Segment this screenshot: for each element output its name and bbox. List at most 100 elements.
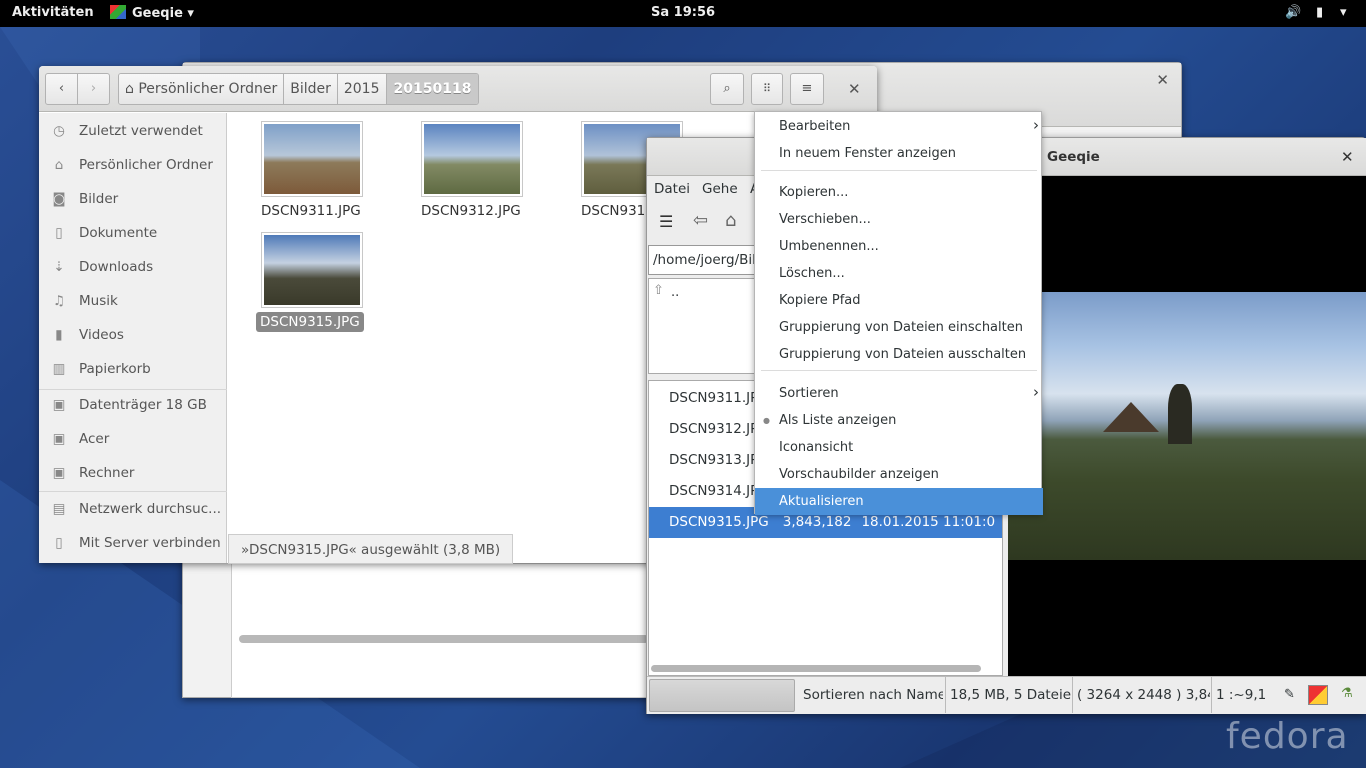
sidebar-item-label: Mit Server verbinden: [79, 535, 221, 551]
sidebar-item-label: Persönlicher Ordner: [79, 157, 213, 173]
camera-icon: ◙: [52, 191, 66, 207]
breadcrumb-2015[interactable]: 2015: [337, 74, 387, 104]
menu-item-kopiere-pfad[interactable]: Kopiere Pfad: [755, 287, 1043, 314]
sidebar-item-musik[interactable]: ♫ Musik: [39, 284, 227, 318]
window-title: Geeqie: [1047, 149, 1100, 165]
network-icon: ▤: [52, 501, 66, 517]
image-viewer: [1008, 176, 1366, 676]
sidebar-item-acer[interactable]: ▣ Acer: [39, 422, 227, 456]
menu-item-gruppierung-von-dateien-einschalten[interactable]: Gruppierung von Dateien einschalten: [755, 314, 1043, 341]
menu-item-in-neuem-fenster-anzeigen[interactable]: In neuem Fenster anzeigen: [755, 140, 1043, 167]
drive-icon: ▣: [52, 397, 66, 413]
back-arrow-icon[interactable]: ⇦: [693, 210, 708, 231]
sidebar-item-videos[interactable]: ▮ Videos: [39, 318, 227, 352]
activities-button[interactable]: Aktivitäten: [12, 5, 94, 20]
menu-item-label: Umbenennen...: [779, 239, 879, 254]
list-view-icon[interactable]: ☰: [659, 212, 673, 231]
tree: [1168, 384, 1192, 444]
breadcrumb-label: Persönlicher Ordner: [138, 81, 278, 97]
sidebar-item-netzwerk-durchsuc-[interactable]: ▤ Netzwerk durchsuc...: [39, 492, 227, 526]
chevron-down-icon[interactable]: ▾: [1340, 5, 1347, 20]
file-label-selected[interactable]: DSCN9315.JPG: [256, 312, 364, 332]
breadcrumb-home[interactable]: ⌂ Persönlicher Ordner: [119, 74, 285, 104]
sidebar-item-dokumente[interactable]: ▯ Dokumente: [39, 216, 227, 250]
menu-item-aktualisieren[interactable]: Aktualisieren: [755, 488, 1043, 515]
menu-item-iconansicht[interactable]: Iconansicht: [755, 434, 1043, 461]
sidebar-item-bilder[interactable]: ◙ Bilder: [39, 182, 227, 216]
horizontal-scrollbar[interactable]: [239, 635, 649, 643]
drive-icon: ▣: [52, 431, 66, 447]
menu-item-kopieren[interactable]: Kopieren...: [755, 179, 1043, 206]
top-bar: Aktivitäten Geeqie ▾ Sa 19:56 🔊 ▮ ▾: [0, 0, 1366, 27]
directory-pane: ⇧ ..: [648, 278, 757, 374]
menu-item-vorschaubilder-anzeigen[interactable]: Vorschaubilder anzeigen: [755, 461, 1043, 488]
back-button[interactable]: ‹: [45, 73, 78, 105]
parent-folder-icon: ⇧: [653, 283, 664, 298]
menu-separator: [761, 170, 1037, 171]
parent-dir-item[interactable]: ..: [671, 285, 679, 300]
menu-item-verschieben[interactable]: Verschieben...: [755, 206, 1043, 233]
sort-label[interactable]: Sortieren nach Name: [797, 677, 943, 713]
forward-arrow-icon: ›: [90, 81, 97, 96]
close-icon[interactable]: ✕: [848, 80, 861, 98]
sidebar-item-papierkorb[interactable]: ▥ Papierkorb: [39, 352, 227, 386]
sidebar-item-downloads[interactable]: ⇣ Downloads: [39, 250, 227, 284]
photo[interactable]: [1008, 292, 1366, 560]
volume-icon[interactable]: 🔊: [1285, 5, 1301, 20]
file-label[interactable]: DSCN9312.JPG: [421, 203, 521, 219]
sidebar-item-persönlicher-ordner[interactable]: ⌂ Persönlicher Ordner: [39, 148, 227, 182]
file-thumbnail[interactable]: [261, 121, 363, 197]
menu-item-löschen[interactable]: Löschen...: [755, 260, 1043, 287]
path-input[interactable]: /home/joerg/Bild: [648, 245, 757, 275]
view-toggle-button[interactable]: ⠿: [751, 73, 783, 105]
color-profile-icon[interactable]: [1308, 685, 1328, 705]
menu-item-gruppierung-von-dateien-ausschalten[interactable]: Gruppierung von Dateien ausschalten: [755, 341, 1043, 368]
menu-item-label: Löschen...: [779, 266, 845, 281]
drive-icon: ▣: [52, 465, 66, 481]
status-bar: Sortieren nach Name 18,5 MB, 5 Dateien (…: [647, 676, 1366, 714]
file-thumbnail[interactable]: [261, 232, 363, 308]
menu-item-sortieren[interactable]: Sortieren ›: [755, 380, 1043, 407]
zoom-level: 1 :~9,1: [1211, 677, 1269, 713]
pen-icon[interactable]: ✎: [1284, 687, 1295, 702]
close-icon[interactable]: ✕: [1156, 71, 1169, 89]
menu-item-label: Bearbeiten: [779, 119, 851, 134]
hamburger-icon: ≡: [801, 81, 813, 96]
file-date: 18.01.2015 11:01:0: [861, 514, 996, 530]
menu-item-als-liste-anzeigen[interactable]: Als Liste anzeigen ●: [755, 407, 1043, 434]
sidebar-item-label: Papierkorb: [79, 361, 151, 377]
menu-button[interactable]: ≡: [790, 73, 824, 105]
chevron-right-icon: ›: [1033, 383, 1039, 401]
sidebar-item-zuletzt-verwendet[interactable]: ◷ Zuletzt verwendet: [39, 114, 227, 148]
breadcrumb-20150118[interactable]: 20150118: [386, 74, 479, 104]
menu-item-label: Kopiere Pfad: [779, 293, 861, 308]
music-icon: ♫: [52, 293, 66, 309]
sidebar: ◷ Zuletzt verwendet ⌂ Persönlicher Ordner ◙ B…: [39, 113, 227, 563]
context-menu: Bearbeiten › In neuem Fenster anzeigen Kopi…: [754, 111, 1043, 515]
app-menu[interactable]: Geeqie ▾: [110, 5, 194, 21]
sidebar-item-mit-server-verbinden[interactable]: ▯ Mit Server verbinden: [39, 526, 227, 560]
file-thumbnail[interactable]: [421, 121, 523, 197]
video-icon: ▮: [55, 327, 63, 343]
close-icon[interactable]: ✕: [1341, 148, 1354, 166]
menu-item-label: Gruppierung von Dateien einschalten: [779, 320, 1023, 335]
file-label[interactable]: DSCN9311.JPG: [261, 203, 361, 219]
horizontal-scrollbar[interactable]: [651, 665, 981, 672]
breadcrumb-bilder[interactable]: Bilder: [284, 74, 338, 104]
sidebar-item-datenträger-18-gb[interactable]: ▣ Datenträger 18 GB: [39, 388, 227, 422]
menu-datei[interactable]: Datei: [654, 181, 690, 197]
menu-gehe[interactable]: Gehe: [702, 181, 738, 197]
chevron-right-icon: ›: [1033, 116, 1039, 134]
search-button[interactable]: ⌕: [710, 73, 744, 105]
menu-item-bearbeiten[interactable]: Bearbeiten ›: [755, 113, 1043, 140]
file-name: DSCN9315.JPG: [669, 514, 769, 530]
flask-icon[interactable]: ⚗: [1341, 686, 1353, 701]
menu-item-label: Als Liste anzeigen: [779, 413, 897, 428]
home-icon[interactable]: ⌂: [725, 210, 736, 231]
menu-item-umbenennen[interactable]: Umbenennen...: [755, 233, 1043, 260]
sidebar-item-rechner[interactable]: ▣ Rechner: [39, 456, 227, 490]
file-label[interactable]: DSCN931: [581, 203, 645, 219]
clock[interactable]: Sa 19:56: [651, 5, 715, 20]
forward-button[interactable]: ›: [77, 73, 110, 105]
battery-icon[interactable]: ▮: [1316, 5, 1323, 20]
